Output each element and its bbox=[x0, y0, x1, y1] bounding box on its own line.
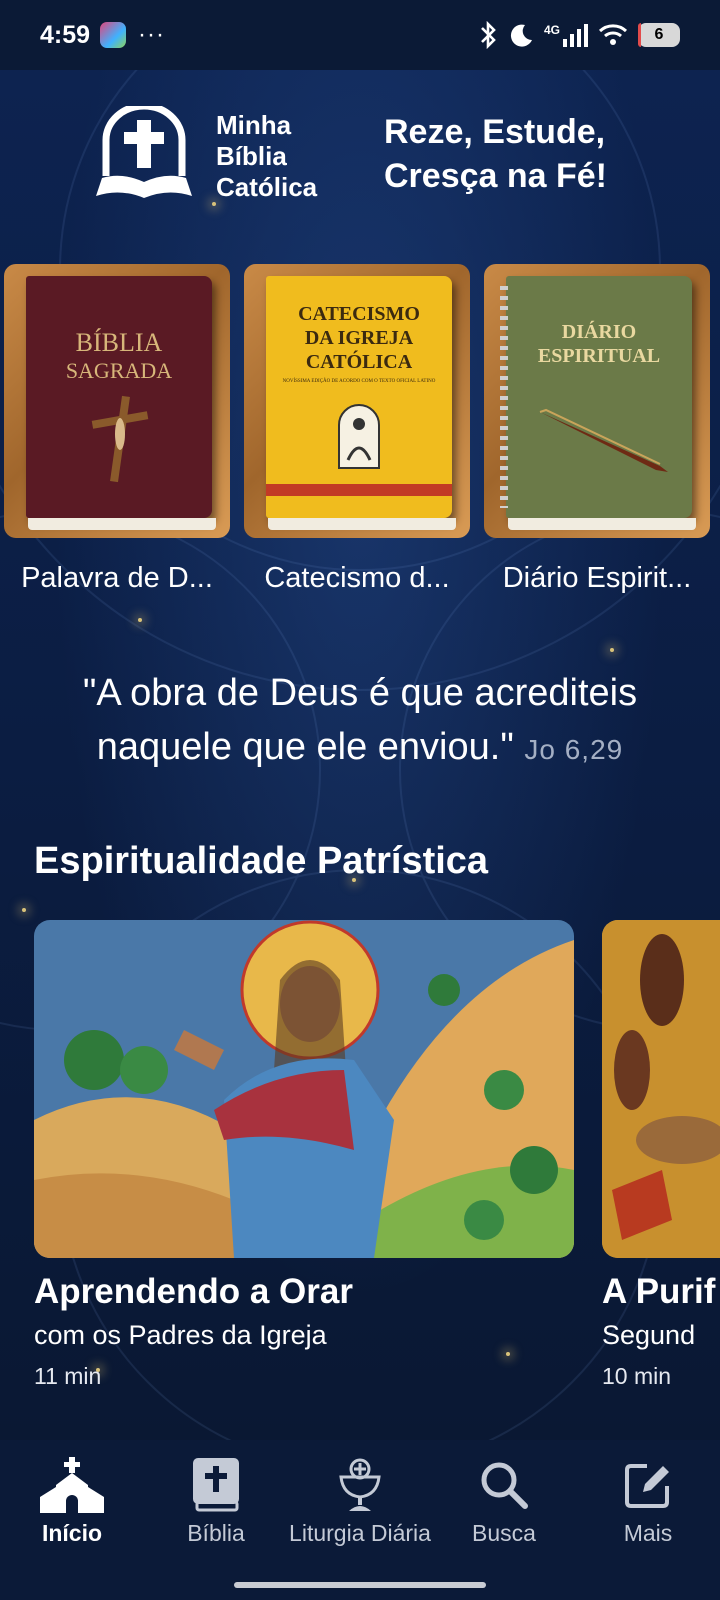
article-title: Aprendendo a Orar bbox=[34, 1272, 353, 1311]
article-card[interactable]: Aprendendo a Orar com os Padres da Igrej… bbox=[34, 920, 574, 1390]
status-bar: 4:59 ··· 4G 6 bbox=[0, 0, 720, 70]
network-type: 4G bbox=[544, 23, 588, 47]
nav-label: Bíblia bbox=[187, 1520, 245, 1546]
church-icon bbox=[40, 1457, 104, 1513]
edit-icon bbox=[625, 1464, 669, 1508]
book-label: Palavra de D... bbox=[21, 562, 213, 594]
article-subtitle: Segund bbox=[602, 1320, 696, 1350]
verse-reference: Jo 6,29 bbox=[524, 734, 624, 765]
book-card-diary[interactable]: DIÁRIO ESPIRITUAL Diário Espirit... bbox=[484, 264, 710, 595]
catechism-book-image: CATECISMO DA IGREJA CATÓLICA NOVÍSSIMA E… bbox=[244, 264, 470, 538]
article-title: A Purif bbox=[602, 1272, 716, 1311]
bible-cross-logo-icon bbox=[96, 106, 192, 198]
shepherd-emblem-icon bbox=[338, 404, 380, 469]
article-duration: 11 min bbox=[34, 1363, 102, 1389]
status-time: 4:59 bbox=[40, 20, 91, 49]
nav-item-busca[interactable]: Busca bbox=[432, 1454, 576, 1600]
nav-label: Início bbox=[41, 1520, 103, 1546]
bottom-navigation: Início Bíblia Liturgia Diária Busca Mais bbox=[0, 1440, 720, 1600]
app-header: Minha Bíblia Católica Reze, Estude, Cres… bbox=[0, 106, 720, 216]
app-logo-text: Minha Bíblia Católica bbox=[216, 110, 318, 202]
search-icon bbox=[481, 1462, 528, 1509]
nav-item-mais[interactable]: Mais bbox=[576, 1454, 720, 1600]
pen-icon bbox=[539, 408, 668, 472]
chalice-icon bbox=[339, 1458, 381, 1511]
signal-icon bbox=[563, 24, 588, 47]
article-image-jesus-praying bbox=[34, 920, 574, 1258]
article-subtitle: com os Padres da Igreja bbox=[34, 1320, 327, 1350]
wifi-icon bbox=[598, 24, 628, 45]
diary-book-image: DIÁRIO ESPIRITUAL bbox=[484, 264, 710, 538]
book-label: Diário Espirit... bbox=[502, 562, 692, 594]
bluetooth-icon bbox=[481, 21, 496, 49]
nav-item-liturgia-diaria[interactable]: Liturgia Diária bbox=[288, 1454, 432, 1600]
section-title: Espiritualidade Patrística bbox=[34, 840, 489, 882]
battery-indicator: 6 bbox=[638, 23, 680, 47]
more-notifications-icon: ··· bbox=[138, 21, 166, 48]
book-shortcuts: BÍBLIA SAGRADA Palavra de D... CATECISMO… bbox=[0, 264, 720, 604]
articles-carousel[interactable]: Aprendendo a Orar com os Padres da Igrej… bbox=[0, 920, 720, 1400]
book-card-catechism[interactable]: CATECISMO DA IGREJA CATÓLICA NOVÍSSIMA E… bbox=[244, 264, 470, 595]
book-label: Catecismo d... bbox=[264, 562, 450, 594]
moon-icon bbox=[510, 24, 532, 47]
bible-icon bbox=[193, 1458, 239, 1512]
app-tagline: Reze, Estude, Cresça na Fé! bbox=[384, 113, 607, 195]
crucifix-icon bbox=[91, 395, 149, 483]
app-notification-icon bbox=[100, 22, 127, 48]
article-duration: 10 min bbox=[602, 1363, 672, 1389]
daily-verse: "A obra de Deus é que acrediteis naquele… bbox=[30, 666, 690, 777]
nav-label: Busca bbox=[472, 1520, 536, 1546]
home-indicator[interactable] bbox=[234, 1582, 486, 1588]
nav-item-inicio[interactable]: Início bbox=[0, 1454, 144, 1600]
nav-item-biblia[interactable]: Bíblia bbox=[144, 1454, 288, 1600]
book-card-bible[interactable]: BÍBLIA SAGRADA Palavra de D... bbox=[4, 264, 230, 595]
bible-book-image: BÍBLIA SAGRADA bbox=[4, 264, 230, 538]
article-card[interactable]: A Purif Segund 10 min bbox=[602, 920, 720, 1390]
article-image-purification bbox=[602, 920, 720, 1258]
nav-label: Liturgia Diária bbox=[289, 1520, 431, 1546]
nav-label: Mais bbox=[623, 1520, 673, 1546]
battery-level bbox=[638, 23, 641, 47]
